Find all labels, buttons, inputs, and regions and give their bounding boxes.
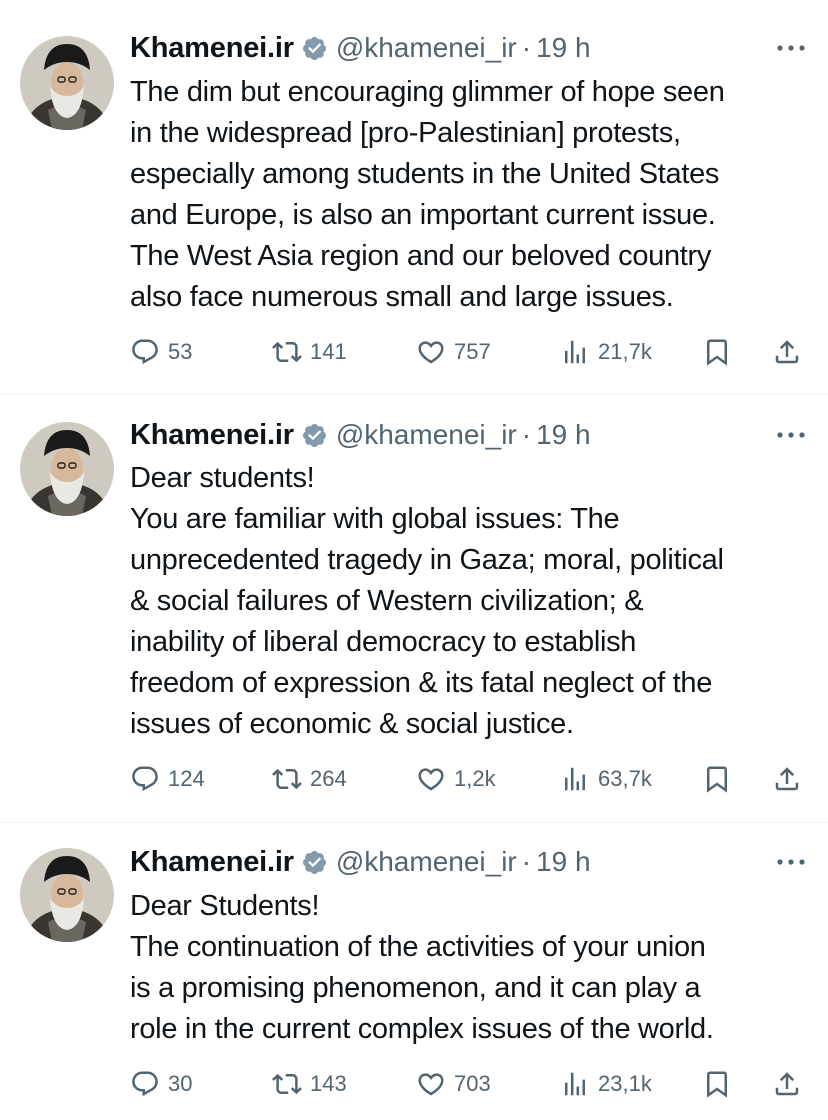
reply-bubble-icon [132, 766, 158, 792]
display-name[interactable]: Khamenei.ir [130, 846, 294, 879]
verified-badge-icon [302, 36, 326, 60]
retweet-count: 264 [310, 766, 347, 791]
display-name[interactable]: Khamenei.ir [130, 419, 294, 452]
more-dots-icon[interactable] [776, 43, 806, 53]
bar-chart-icon [565, 340, 585, 364]
handle[interactable]: @khamenei_ir [336, 419, 517, 451]
reply-count: 53 [168, 339, 193, 364]
bar-chart-icon [565, 767, 585, 791]
bookmark-icon [707, 339, 727, 366]
reply-bubble-icon [132, 1071, 158, 1097]
separator-dot: · [521, 32, 532, 63]
reply-button[interactable]: 124 [130, 759, 205, 799]
action-bar: 53 141 757 21,7k [130, 332, 810, 372]
like-count: 703 [454, 1071, 491, 1096]
more-dots-icon[interactable] [776, 857, 806, 867]
heart-icon [418, 768, 444, 791]
tweet-divider [0, 822, 828, 823]
like-count: 757 [454, 339, 491, 364]
bookmark-icon [707, 1071, 727, 1098]
bar-chart-icon [565, 1072, 585, 1096]
action-bar: 30 143 703 23,1k [130, 1064, 810, 1104]
timestamp[interactable]: 19 h [536, 419, 591, 451]
views-count: 21,7k [598, 339, 652, 364]
verified-badge-icon [302, 423, 326, 447]
retweet-arrows-icon [272, 341, 302, 363]
retweet-count: 143 [310, 1071, 347, 1096]
like-button[interactable]: 703 [416, 1064, 491, 1104]
bookmark-icon [707, 766, 727, 793]
handle[interactable]: @khamenei_ir [336, 846, 517, 878]
timestamp[interactable]: 19 h [536, 32, 591, 64]
views-button[interactable]: 21,7k [560, 332, 652, 372]
tweet-text: Dear students! You are familiar with glo… [130, 462, 724, 740]
like-button[interactable]: 1,2k [416, 759, 496, 799]
views-count: 63,7k [598, 766, 652, 791]
like-button[interactable]: 757 [416, 332, 491, 372]
tweet-text: The dim but encouraging glimmer of hope … [130, 76, 725, 313]
share-button[interactable] [772, 1064, 802, 1104]
display-name[interactable]: Khamenei.ir [130, 32, 294, 65]
retweet-arrows-icon [272, 768, 302, 790]
reply-bubble-icon [132, 339, 158, 365]
separator-dot: · [521, 846, 532, 877]
heart-icon [418, 341, 444, 364]
avatar[interactable] [20, 36, 114, 130]
bookmark-button[interactable] [702, 1064, 732, 1104]
heart-icon [418, 1073, 444, 1096]
retweet-button[interactable]: 264 [272, 759, 347, 799]
views-button[interactable]: 23,1k [560, 1064, 652, 1104]
views-count: 23,1k [598, 1071, 652, 1096]
avatar[interactable] [20, 848, 114, 942]
reply-button[interactable]: 53 [130, 332, 192, 372]
bookmark-button[interactable] [702, 759, 732, 799]
avatar[interactable] [20, 422, 114, 516]
timestamp[interactable]: 19 h [536, 846, 591, 878]
verified-badge-icon [302, 850, 326, 874]
reply-count: 30 [168, 1071, 193, 1096]
separator-dot: · [521, 419, 532, 450]
retweet-arrows-icon [272, 1073, 302, 1095]
share-button[interactable] [772, 759, 802, 799]
views-button[interactable]: 63,7k [560, 759, 652, 799]
share-upload-icon [775, 340, 799, 364]
share-button[interactable] [772, 332, 802, 372]
handle[interactable]: @khamenei_ir [336, 32, 517, 64]
like-count: 1,2k [454, 766, 496, 791]
reply-count: 124 [168, 766, 205, 791]
action-bar: 124 264 1,2k 63,7k [130, 759, 810, 799]
more-dots-icon[interactable] [776, 430, 806, 440]
share-upload-icon [775, 767, 799, 791]
share-upload-icon [775, 1072, 799, 1096]
bookmark-button[interactable] [702, 332, 732, 372]
tweet-text: Dear Students! The continuation of the a… [130, 890, 714, 1045]
retweet-button[interactable]: 141 [272, 332, 347, 372]
reply-button[interactable]: 30 [130, 1064, 192, 1104]
tweet-divider [0, 394, 828, 395]
retweet-button[interactable]: 143 [272, 1064, 347, 1104]
retweet-count: 141 [310, 339, 347, 364]
